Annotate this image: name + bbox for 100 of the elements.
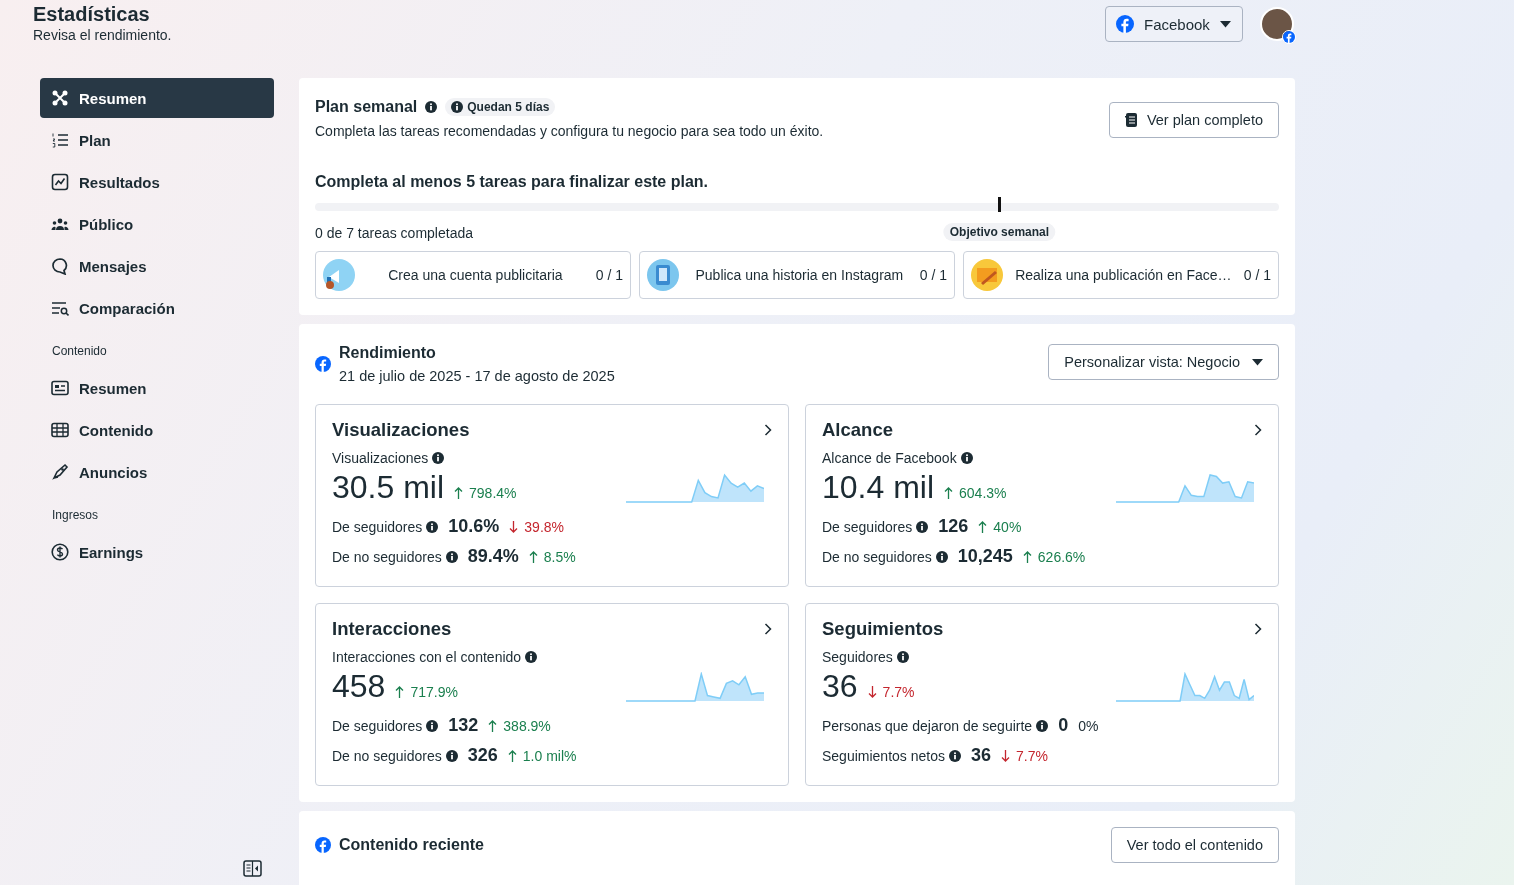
breakdown-label: De seguidores (822, 518, 913, 535)
phone-icon (647, 259, 679, 291)
up-arrow-icon (395, 686, 405, 698)
metric-label: Seguidores (822, 649, 893, 665)
up-arrow-icon (944, 487, 954, 499)
info-icon[interactable] (426, 520, 439, 533)
task-label: Publica una historia en Instagram (694, 267, 905, 283)
goal-label: Objetivo semanal (943, 223, 1056, 241)
metric-value: 36 (822, 668, 858, 704)
info-icon[interactable] (426, 719, 439, 732)
info-icon[interactable] (445, 550, 458, 563)
down-arrow-icon (509, 520, 519, 533)
facebook-icon (315, 837, 331, 853)
info-icon[interactable] (425, 101, 438, 113)
days-left-badge: Quedan 5 días (445, 98, 556, 116)
up-arrow-icon (1022, 550, 1032, 563)
sidebar-item[interactable]: Earnings (40, 532, 274, 572)
up-arrow-icon (454, 487, 464, 499)
info-icon[interactable] (445, 749, 458, 762)
sidebar-item[interactable]: Resumen (40, 368, 274, 408)
info-icon[interactable] (935, 550, 948, 563)
task-count: 0 / 1 (1243, 267, 1271, 283)
breakdown-label: De seguidores (332, 518, 423, 535)
breakdown-label: De no seguidores (822, 548, 932, 565)
up-arrow-icon (507, 749, 517, 762)
network-icon (51, 89, 69, 107)
down-arrow-icon (1001, 749, 1010, 762)
task-label: Crea una cuenta publicitaria (387, 267, 564, 283)
sidebar-item[interactable]: Contenido (40, 410, 274, 450)
info-icon[interactable] (896, 651, 909, 663)
up-arrow-icon (528, 550, 538, 563)
chevron-right-icon[interactable] (764, 424, 772, 436)
view-all-button[interactable]: Ver todo el contenido (1110, 827, 1279, 863)
sidebar-item[interactable]: Mensajes (40, 246, 274, 286)
chevron-right-icon[interactable] (1254, 424, 1262, 436)
view-plan-button[interactable]: Ver plan completo (1108, 102, 1279, 138)
task-card[interactable]: Crea una cuenta publicitaria 0 / 1 (315, 251, 631, 299)
page-subtitle: Revisa el rendimiento. (33, 26, 172, 44)
change-percentage: 7.7% (882, 684, 915, 700)
sidebar-item[interactable]: Plan (40, 120, 274, 160)
breakdown-value: 326 (467, 745, 498, 766)
progress-count: 0 de 7 tareas completada (315, 224, 473, 241)
plan-title: Plan semanal (315, 98, 418, 116)
info-icon[interactable] (916, 520, 929, 533)
account-dropdown[interactable]: Facebook (1105, 6, 1243, 42)
change-percentage: 388.9% (503, 717, 551, 734)
change-percentage: 626.6% (1037, 548, 1086, 565)
change-percentage: 7.7% (1016, 747, 1048, 764)
card-title: Interacciones (332, 618, 452, 640)
info-icon[interactable] (1036, 719, 1049, 732)
notebook-icon (1124, 113, 1137, 127)
info-icon[interactable] (960, 452, 973, 464)
card-title: Seguimientos (822, 618, 944, 640)
task-count: 0 / 1 (919, 267, 947, 283)
card-title: Visualizaciones (332, 419, 470, 441)
info-icon[interactable] (948, 749, 961, 762)
change-percentage: 8.5% (543, 548, 576, 565)
up-arrow-icon (978, 520, 988, 533)
caret-icon (1219, 20, 1231, 28)
task-card[interactable]: Realiza una publicación en Face… 0 / 1 (963, 251, 1279, 299)
goal-text: Completa al menos 5 tareas para finalizar este plan. (315, 173, 710, 191)
chevron-right-icon[interactable] (764, 623, 772, 635)
breakdown-label: Seguimientos netos (822, 747, 945, 764)
collapse-panel-icon[interactable] (243, 860, 262, 877)
card-title: Alcance (822, 419, 893, 441)
facebook-icon (315, 356, 331, 372)
change-percentage: 1.0 mil% (522, 747, 577, 764)
facebook-icon (1116, 15, 1134, 33)
info-icon[interactable] (432, 452, 445, 464)
down-arrow-icon (867, 686, 877, 698)
sidebar-item[interactable]: Resumen (40, 78, 274, 118)
task-count: 0 / 1 (595, 267, 623, 283)
sidebar-item[interactable]: Resultados (40, 162, 274, 202)
change-percentage: 0% (1078, 717, 1099, 734)
caret-icon (1252, 358, 1263, 366)
breakdown-value: 36 (970, 745, 991, 766)
avatar[interactable] (1260, 7, 1294, 41)
breakdown-label: De seguidores (332, 717, 423, 734)
metric-label: Interacciones con el contenido (332, 649, 522, 665)
breakdown-label: Personas que dejaron de seguirte (822, 717, 1033, 734)
chevron-right-icon[interactable] (1254, 623, 1262, 635)
pencil-icon (971, 259, 1003, 291)
change-percentage: 39.8% (524, 518, 565, 535)
sidebar-section-heading: Contenido (51, 343, 108, 360)
facebook-badge-icon (1283, 31, 1295, 43)
metric-value: 30.5 mil (332, 469, 445, 505)
id-card-icon (51, 379, 69, 397)
section-title: Contenido reciente (339, 836, 484, 854)
sidebar-item[interactable]: Anuncios (40, 452, 274, 492)
view-dropdown[interactable]: Personalizar vista: Negocio (1048, 344, 1279, 380)
info-icon[interactable] (525, 651, 538, 663)
sidebar-item[interactable]: Comparación (40, 288, 274, 328)
line-chart-icon (51, 173, 69, 191)
section-title: Rendimiento (339, 344, 437, 362)
sidebar-item[interactable]: Público (40, 204, 274, 244)
task-card[interactable]: Publica una historia en Instagram 0 / 1 (639, 251, 955, 299)
chat-bubble-icon (51, 257, 69, 275)
sidebar-section-heading: Ingresos (51, 507, 100, 524)
metric-value: 458 (332, 668, 386, 704)
table-icon (51, 421, 69, 439)
